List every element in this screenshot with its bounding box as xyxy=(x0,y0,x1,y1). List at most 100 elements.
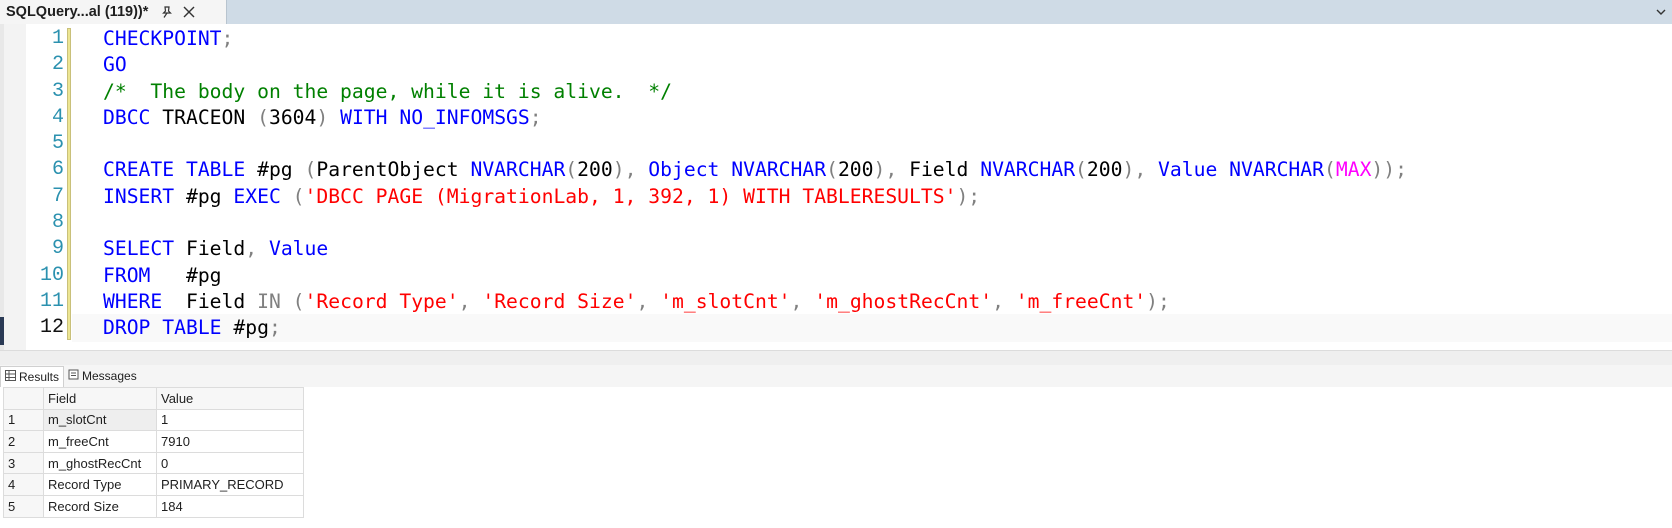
cell-value[interactable]: 1 xyxy=(156,408,304,432)
token: IN xyxy=(257,289,281,313)
token: DROP TABLE xyxy=(103,316,222,340)
chevron-down-icon[interactable] xyxy=(1654,5,1668,19)
current-line-marker xyxy=(0,317,4,345)
token: , xyxy=(790,289,815,313)
token: NVARCHAR xyxy=(470,158,566,182)
code-line-1[interactable]: CHECKPOINT; xyxy=(103,26,1407,52)
code-line-8[interactable] xyxy=(103,210,1407,236)
row-number[interactable]: 1 xyxy=(3,408,44,432)
code-line-7[interactable]: INSERT #pg EXEC ('DBCC PAGE (MigrationLa… xyxy=(103,184,1407,210)
row-number[interactable]: 5 xyxy=(3,494,44,518)
token: ), xyxy=(1122,158,1147,182)
line-number: 1 xyxy=(51,27,64,50)
line-number: 2 xyxy=(51,53,64,77)
line-number: 5 xyxy=(51,132,64,156)
string-token: 'm_ghostRecCnt' xyxy=(814,289,993,313)
token: Field xyxy=(174,237,246,261)
string-token: 'Record Size' xyxy=(482,289,637,313)
selection-margin xyxy=(4,24,26,350)
cell-field[interactable]: Record Type xyxy=(43,473,157,496)
line-number: 6 xyxy=(51,158,64,182)
token: ( xyxy=(1324,158,1336,182)
table-row[interactable]: 3 m_ghostRecCnt 0 xyxy=(3,451,304,475)
token: ( xyxy=(257,105,269,129)
token: 3604 xyxy=(268,105,317,129)
row-number[interactable]: 3 xyxy=(3,451,44,475)
token: Value xyxy=(257,237,329,261)
query-tab-title[interactable]: SQLQuery...al (119))* xyxy=(6,4,148,20)
token: ) xyxy=(316,105,329,129)
cell-field[interactable]: m_slotCnt xyxy=(43,408,157,432)
query-editor[interactable]: 1 2 3 4 5 6 7 8 9 10 11 12 CHECKPOINT; G… xyxy=(0,24,1672,350)
token: ); xyxy=(956,184,981,208)
code-line-10[interactable]: FROM #pg xyxy=(103,263,1407,289)
code-line-5[interactable] xyxy=(103,131,1407,157)
token: NVARCHAR xyxy=(1229,158,1324,182)
tab-results[interactable]: Results xyxy=(0,365,65,387)
document-tab-strip: SQLQuery...al (119))* xyxy=(0,0,1672,24)
token: ( xyxy=(826,158,838,182)
string-token: 'm_slotCnt' xyxy=(660,289,791,313)
token: ( xyxy=(565,158,578,182)
code-line-11[interactable]: WHERE Field IN ('Record Type', 'Record S… xyxy=(103,289,1407,315)
code-line-12[interactable]: DROP TABLE #pg; xyxy=(103,315,1407,341)
grid-icon xyxy=(5,369,19,384)
string-token: 'm_freeCnt' xyxy=(1015,289,1147,313)
token: 200 xyxy=(837,158,874,182)
results-grid[interactable]: Field Value 1 m_slotCnt 1 2 m_freeCnt 79… xyxy=(3,387,304,518)
token: ( xyxy=(1075,158,1087,182)
token: ); xyxy=(1146,289,1170,313)
query-tab[interactable]: SQLQuery...al (119))* xyxy=(0,0,227,24)
row-header-corner[interactable] xyxy=(3,387,44,410)
token: NVARCHAR xyxy=(980,158,1076,182)
line-number: 8 xyxy=(51,211,64,235)
code-line-9[interactable]: SELECT Field, Value xyxy=(103,236,1407,262)
token: Field xyxy=(897,158,981,182)
grid-header-row: Field Value xyxy=(3,387,304,410)
cell-value[interactable]: PRIMARY_RECORD xyxy=(156,473,304,496)
token: ; xyxy=(268,316,281,340)
cell-field[interactable]: m_ghostRecCnt xyxy=(43,451,157,475)
editor-horizontal-scrollbar[interactable] xyxy=(0,350,1672,365)
tab-messages[interactable]: Messages xyxy=(64,366,141,386)
line-number: 4 xyxy=(51,105,64,129)
token: 200 xyxy=(577,158,613,182)
line-number-current: 12 xyxy=(39,316,64,340)
cell-value[interactable]: 184 xyxy=(156,494,304,518)
tab-messages-label: Messages xyxy=(82,369,137,383)
token: ( xyxy=(280,184,305,208)
tab-results-label: Results xyxy=(19,369,60,384)
column-header-value[interactable]: Value xyxy=(156,387,304,410)
code-line-2[interactable]: GO xyxy=(103,52,1407,78)
results-grid-area: Field Value 1 m_slotCnt 1 2 m_freeCnt 79… xyxy=(0,387,1672,528)
results-tabs: Results Messages xyxy=(0,365,141,387)
token: ), xyxy=(612,158,637,182)
cell-value[interactable]: 7910 xyxy=(156,430,304,453)
row-number[interactable]: 2 xyxy=(3,430,44,453)
code-line-4[interactable]: DBCC TRACEON (3604) WITH NO_INFOMSGS; xyxy=(103,105,1407,131)
token: ( xyxy=(280,289,305,313)
token: MAX xyxy=(1335,158,1372,182)
cell-field[interactable]: m_freeCnt xyxy=(43,430,157,453)
line-number: 10 xyxy=(39,263,64,287)
token: CREATE TABLE xyxy=(103,158,246,182)
table-row[interactable]: 4 Record Type PRIMARY_RECORD xyxy=(3,473,304,496)
token: TRACEON xyxy=(150,105,258,129)
cell-value[interactable]: 0 xyxy=(156,451,304,475)
pin-icon[interactable] xyxy=(160,5,174,19)
code-text[interactable]: CHECKPOINT; GO /* The body on the page, … xyxy=(103,26,1407,342)
table-row[interactable]: 2 m_freeCnt 7910 xyxy=(3,430,304,453)
close-icon[interactable] xyxy=(182,5,196,19)
token: INSERT xyxy=(103,184,175,208)
code-line-3[interactable]: /* The body on the page, while it is ali… xyxy=(103,79,1407,105)
cell-field[interactable]: Record Size xyxy=(43,494,157,518)
token: )); xyxy=(1371,158,1407,182)
token: DBCC xyxy=(103,105,151,129)
token: FROM xyxy=(103,263,151,287)
code-line-6[interactable]: CREATE TABLE #pg (ParentObject NVARCHAR(… xyxy=(103,157,1407,183)
token: ), xyxy=(873,158,898,182)
row-number[interactable]: 4 xyxy=(3,473,44,496)
column-header-field[interactable]: Field xyxy=(43,387,157,410)
table-row[interactable]: 1 m_slotCnt 1 xyxy=(3,408,304,432)
table-row[interactable]: 5 Record Size 184 xyxy=(3,494,304,518)
